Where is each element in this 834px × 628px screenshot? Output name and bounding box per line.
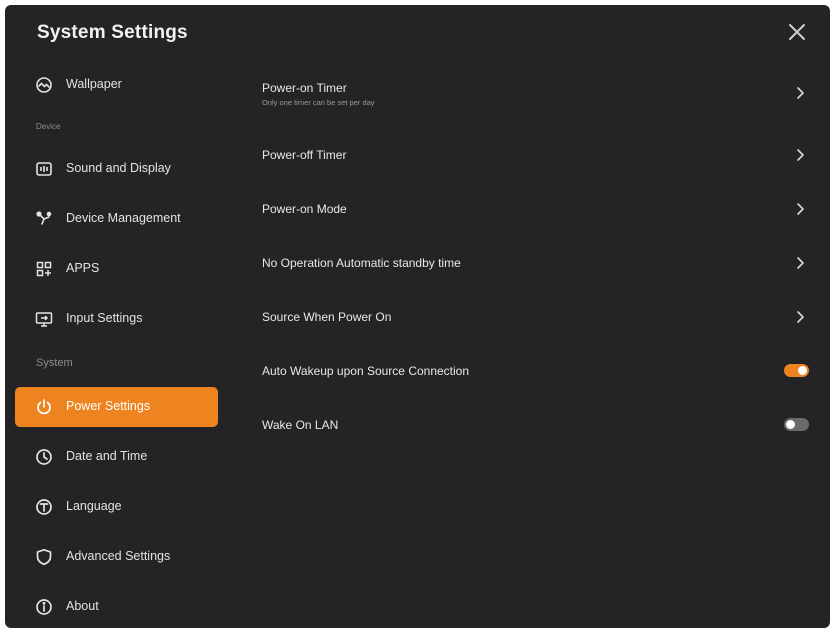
sidebar-item-label: APPS [66,261,100,275]
setting-row-no-operation-standby[interactable]: No Operation Automatic standby time [245,241,813,285]
sidebar-item-power-settings[interactable]: Power Settings [15,387,218,427]
setting-label: No Operation Automatic standby time [262,256,461,270]
sidebar-item-label: Date and Time [66,449,148,463]
setting-row-power-on-mode[interactable]: Power-on Mode [245,187,813,231]
sidebar-item-apps[interactable]: APPS [15,249,218,289]
chevron-right-icon [795,202,805,216]
settings-window: System Settings Wallpaper Device Sound a… [5,5,830,628]
setting-label: Source When Power On [262,310,392,324]
sidebar-item-wallpaper[interactable]: Wallpaper [15,65,218,105]
wake-on-lan-toggle[interactable] [784,418,809,431]
setting-row-power-off-timer[interactable]: Power-off Timer [245,133,813,177]
setting-row-wake-on-lan: Wake On LAN [245,403,813,447]
power-icon [35,398,53,416]
setting-row-auto-wakeup: Auto Wakeup upon Source Connection [245,349,813,393]
sidebar-item-about[interactable]: About [15,587,218,627]
setting-label: Wake On LAN [262,418,339,432]
auto-wakeup-toggle[interactable] [784,364,809,377]
setting-sublabel: Only one timer can be set per day [262,98,375,107]
setting-label: Power-off Timer [262,148,347,162]
sidebar-item-label: Input Settings [66,311,143,325]
chevron-right-icon [795,148,805,162]
input-settings-icon [35,310,53,328]
sidebar-item-label: Power Settings [66,399,151,413]
clock-icon [35,448,53,466]
sidebar-item-input-settings[interactable]: Input Settings [15,299,218,339]
close-icon [785,20,809,44]
sidebar-item-sound-and-display[interactable]: Sound and Display [15,149,218,189]
sidebar-item-advanced-settings[interactable]: Advanced Settings [15,537,218,577]
sidebar-item-label: Advanced Settings [66,549,171,563]
setting-label: Power-on Timer [262,81,347,95]
sidebar-item-device-management[interactable]: Device Management [15,199,218,239]
sidebar-item-label: Device Management [66,211,181,225]
sidebar-item-label: Language [66,499,122,513]
setting-row-source-when-power-on[interactable]: Source When Power On [245,295,813,339]
setting-label: Auto Wakeup upon Source Connection [262,364,470,378]
section-label-system: System [36,357,73,369]
section-label-device: Device [36,122,61,131]
setting-row-power-on-timer[interactable]: Power-on Timer Only one timer can be set… [245,71,813,115]
chevron-right-icon [795,86,805,100]
wallpaper-icon [35,76,53,94]
sidebar-item-label: About [66,599,99,613]
sidebar-item-date-and-time[interactable]: Date and Time [15,437,218,477]
language-icon [35,498,53,516]
page-title: System Settings [37,22,188,43]
toggle-knob [786,420,795,429]
device-management-icon [35,210,53,228]
sidebar-item-label: Sound and Display [66,161,171,175]
chevron-right-icon [795,310,805,324]
shield-icon [35,548,53,566]
apps-icon [35,260,53,278]
close-button[interactable] [785,20,809,44]
setting-label: Power-on Mode [262,202,347,216]
info-icon [35,598,53,616]
sidebar-item-label: Wallpaper [66,77,122,91]
sidebar-item-language[interactable]: Language [15,487,218,527]
chevron-right-icon [795,256,805,270]
sound-display-icon [35,160,53,178]
toggle-knob [798,366,807,375]
